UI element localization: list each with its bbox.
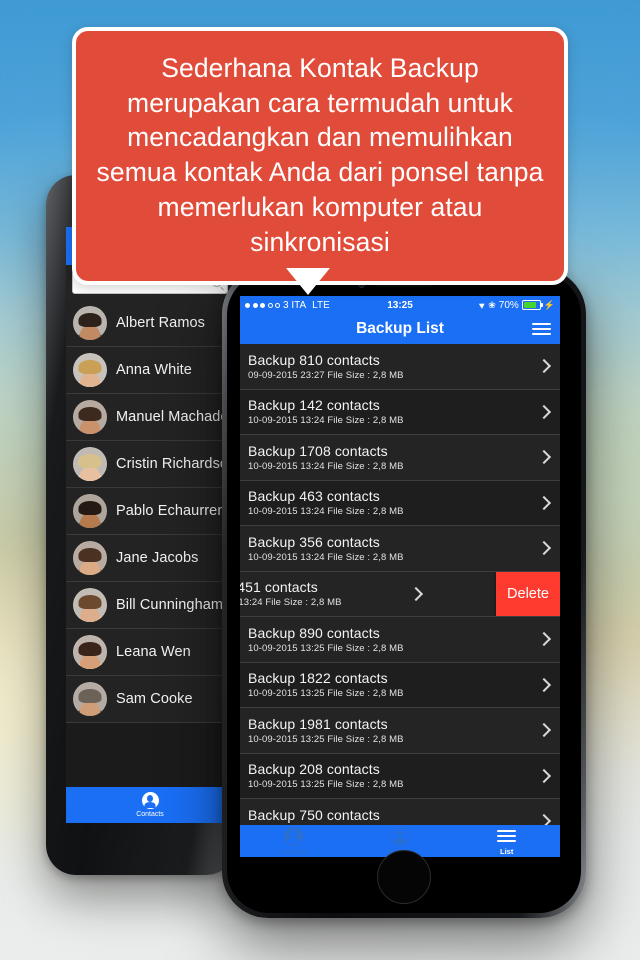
backup-title: Backup 463 contacts: [248, 488, 380, 505]
backup-meta: 10-09-2015 13:25 File Size : 2,8 MB: [248, 688, 404, 700]
backup-title: Backup 142 contacts: [248, 397, 380, 414]
contact-name: Leana Wen: [116, 644, 191, 660]
backup-row[interactable]: Backup 142 contacts 10-09-2015 13:24 File…: [240, 389, 560, 435]
avatar: [73, 494, 107, 528]
hamburger-icon[interactable]: [532, 320, 551, 338]
contact-list-item[interactable]: Bill Cunningham: [66, 582, 234, 629]
backup-title: Backup 1981 contacts: [248, 715, 388, 732]
avatar: [73, 588, 107, 622]
contact-name: Pablo Echaurren: [116, 503, 226, 519]
page-title: Backup List: [356, 320, 444, 337]
backup-row[interactable]: Backup 750 contacts10-09-2015 13:25 File…: [240, 799, 560, 825]
backup-row[interactable]: Backup 1822 contacts 10-09-2015 13:25 Fil…: [240, 662, 560, 708]
contacts-list[interactable]: Albert Ramos Anna White Manuel Machado Cris…: [66, 300, 234, 723]
status-bar-right: ❀ 70% ⚡: [479, 299, 555, 311]
tab-list[interactable]: List: [453, 825, 560, 857]
contact-name: Bill Cunningham: [116, 597, 224, 613]
backup-meta: 10-09-2015 13:24 File Size : 2,8 MB: [248, 551, 404, 563]
backup-list[interactable]: Backup 810 contacts 09-09-2015 23:27 File…: [240, 344, 560, 825]
contact-list-item[interactable]: Anna White: [66, 347, 234, 394]
screenshot-stage: All Co Albert RamosAnna WhiteManuel Mach…: [0, 0, 640, 960]
person-filled-icon: [283, 826, 303, 846]
backup-title: Backup 810 contacts: [248, 351, 380, 368]
backup-row[interactable]: Backup 1981 contacts 10-09-2015 13:25 Fil…: [240, 708, 560, 754]
backup-meta: 10-09-2015 13:24 File Size : 2,8 MB: [240, 597, 342, 609]
avatar: [73, 635, 107, 669]
battery-icon: [521, 300, 543, 310]
backup-row[interactable]: Backup 890 contacts 10-09-2015 13:25 File…: [240, 617, 560, 663]
contact-list-item[interactable]: Manuel Machado: [66, 394, 234, 441]
contact-list-item[interactable]: Albert Ramos: [66, 300, 234, 347]
avatar: [73, 682, 107, 716]
tab-label: List: [500, 846, 514, 856]
backup-title: Backup 451 contacts: [240, 579, 318, 596]
backup-title: Backup 890 contacts: [248, 624, 380, 641]
backup-title: Backup 356 contacts: [248, 533, 380, 550]
callout-tail: [286, 268, 330, 295]
backup-row[interactable]: Backup 356 contacts 10-09-2015 13:24 File…: [240, 526, 560, 572]
tab-label: Contacts: [278, 846, 309, 856]
contact-name: Cristin Richardson: [116, 456, 234, 472]
backup-meta: 09-09-2015 23:27 File Size : 2,8 MB: [248, 369, 404, 381]
person-filled-icon: [141, 792, 159, 809]
back-phone-tabbar[interactable]: Contacts: [66, 787, 234, 823]
backup-title: Backup 1708 contacts: [248, 442, 388, 459]
navigation-bar: Backup List: [240, 314, 560, 344]
back-phone-screen: All Co Albert RamosAnna WhiteManuel Mach…: [66, 227, 234, 823]
backup-row[interactable]: Backup 208 contacts 10-09-2015 13:25 File…: [240, 753, 560, 799]
backup-title: Backup 750 contacts: [248, 806, 380, 823]
avatar: [73, 541, 107, 575]
back-tab-label-contacts: Contacts: [136, 811, 164, 818]
backup-meta: 10-09-2015 13:25 File Size : 2,8 MB: [248, 779, 404, 791]
promo-callout: Sederhana Kontak Backup merupakan cara t…: [72, 27, 568, 286]
avatar: [73, 353, 107, 387]
home-button[interactable]: [377, 850, 431, 904]
avatar: [73, 400, 107, 434]
person-outline-icon: [390, 826, 410, 846]
contact-list-item[interactable]: Leana Wen: [66, 629, 234, 676]
contact-list-item[interactable]: Cristin Richardson: [66, 441, 234, 488]
signal-strength-icon: [245, 302, 280, 308]
status-bar-left: 3 ITA LTE: [245, 300, 330, 311]
contact-name: Jane Jacobs: [116, 550, 199, 566]
backup-meta: 10-09-2015 13:24 File Size : 2,8 MB: [248, 460, 404, 472]
tab-contacts[interactable]: Contacts: [240, 825, 347, 857]
contact-list-item[interactable]: Jane Jacobs: [66, 535, 234, 582]
contact-name: Manuel Machado: [116, 409, 229, 425]
backup-row-content[interactable]: Backup 451 contacts10-09-2015 13:24 File…: [240, 571, 494, 616]
network-type-label: LTE: [312, 299, 330, 311]
backup-title: Backup 1822 contacts: [248, 670, 388, 687]
front-phone-device: 3 ITA LTE 13:25 ❀ 70% ⚡ Backup List Back…: [222, 268, 586, 918]
status-bar: 3 ITA LTE 13:25 ❀ 70% ⚡: [240, 296, 560, 314]
backup-title: Backup 208 contacts: [248, 761, 380, 778]
contact-name: Sam Cooke: [116, 691, 193, 707]
contact-name: Albert Ramos: [116, 315, 206, 331]
avatar: [73, 306, 107, 340]
backup-row[interactable]: Backup 463 contacts 10-09-2015 13:24 File…: [240, 480, 560, 526]
contact-list-item[interactable]: Sam Cooke: [66, 676, 234, 723]
contact-list-item[interactable]: Pablo Echaurren: [66, 488, 234, 535]
backup-row[interactable]: Backup 810 contacts 09-09-2015 23:27 File…: [240, 344, 560, 390]
location-arrow-icon: [479, 301, 487, 309]
avatar: [73, 447, 107, 481]
clock-label: 13:25: [387, 299, 413, 311]
battery-percent-label: 70%: [498, 299, 519, 311]
list-icon: [497, 827, 517, 846]
charging-bolt-icon: ⚡: [543, 299, 555, 310]
backup-row[interactable]: Backup 1708 contacts 10-09-2015 13:24 Fil…: [240, 435, 560, 481]
front-phone-screen: 3 ITA LTE 13:25 ❀ 70% ⚡ Backup List Back…: [240, 296, 560, 857]
backup-meta: 10-09-2015 13:25 File Size : 2,8 MB: [248, 642, 404, 654]
backup-row-swiped[interactable]: Backup 451 contacts10-09-2015 13:24 File…: [240, 571, 560, 617]
carrier-label: 3 ITA: [283, 299, 307, 311]
contact-name: Anna White: [116, 362, 192, 378]
bluetooth-icon: ❀: [488, 299, 496, 310]
backup-meta: 10-09-2015 13:25 File Size : 2,8 MB: [248, 733, 404, 745]
delete-button[interactable]: Delete: [496, 571, 560, 616]
backup-meta: 10-09-2015 13:24 File Size : 2,8 MB: [248, 506, 404, 518]
backup-meta: 10-09-2015 13:24 File Size : 2,8 MB: [248, 415, 404, 427]
